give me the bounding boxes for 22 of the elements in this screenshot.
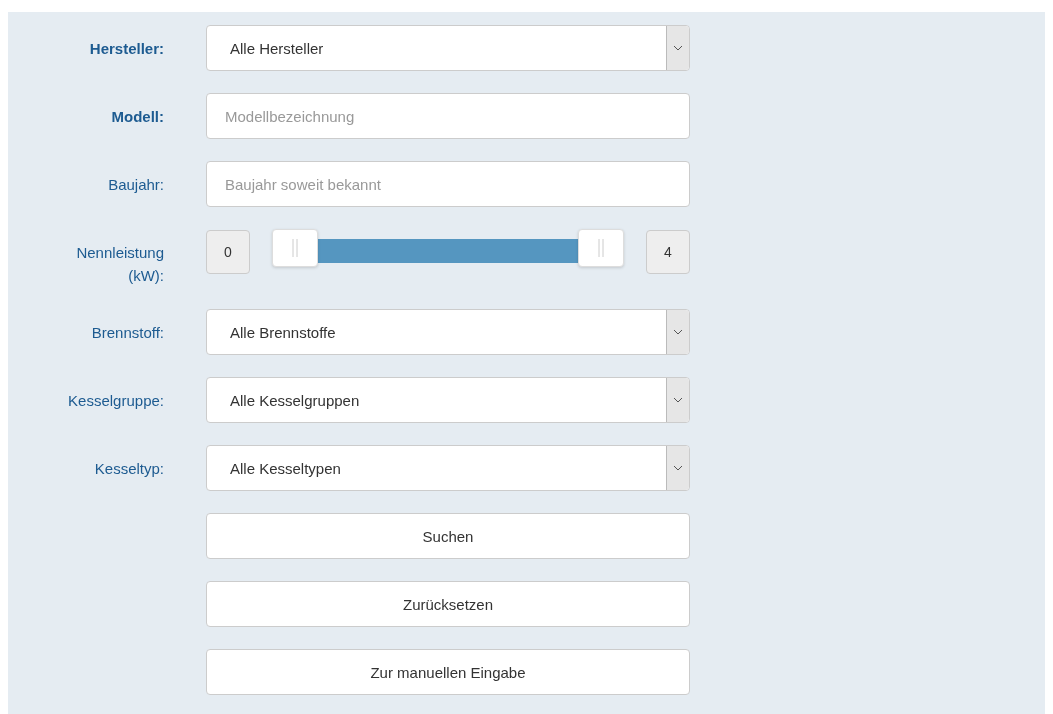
field-label: Kesseltyp: [93,459,164,479]
field-label: Kesselgruppe: [67,391,164,411]
grip-icon [292,239,298,257]
dropdown[interactable]: Alle Hersteller [206,25,690,71]
action-button[interactable]: Zurücksetzen [206,581,690,627]
field-label: Brennstoff: [90,323,164,343]
input-field[interactable]: Baujahr soweit bekannt [206,161,690,207]
dropdown[interactable]: Alle Kesselgruppen [206,377,690,423]
field-label: Modell: [110,107,164,127]
grip-icon [598,239,604,257]
action-button[interactable]: Zur manuellen Eingabe [206,649,690,695]
field-label: Nennleistung (kW): [75,243,164,286]
field-label: Baujahr: [107,175,164,195]
dropdown[interactable]: Alle Kesseltypen [206,445,690,491]
action-button[interactable]: Suchen [206,513,690,559]
min-value-field[interactable]: 0 [206,230,250,274]
slider-handle[interactable] [578,229,624,267]
input-field[interactable]: Modellbezeichnung [206,93,690,139]
max-value-field[interactable]: 4 [646,230,690,274]
dropdown[interactable]: Alle Brennstoffe [206,309,690,355]
slider-handle[interactable] [272,229,318,267]
field-label: Hersteller: [88,39,164,59]
